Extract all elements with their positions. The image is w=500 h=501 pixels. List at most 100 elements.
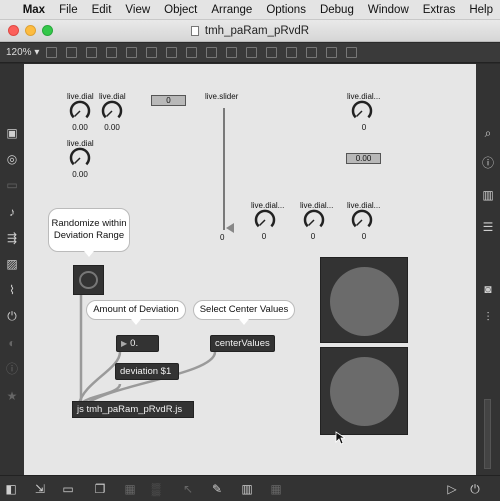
deviation-flonum[interactable]: ▶ 0.: [116, 335, 159, 352]
run-arrow-icon[interactable]: ⇲: [33, 482, 47, 496]
level-meter: [484, 399, 491, 469]
object-box-icon[interactable]: [86, 47, 97, 58]
pad-knob[interactable]: [330, 357, 399, 426]
bottom-toolbar: ◧ ⇲ ▭ ❐ ▦ ▒ ↖ ✎ ▥ ▦ ▷ ⏻: [0, 475, 500, 501]
slider-thumb[interactable]: [226, 223, 234, 233]
dial-knob[interactable]: [303, 209, 325, 228]
randomize-button[interactable]: [73, 265, 104, 295]
dial-value: 0.00: [72, 123, 88, 132]
patcher-toolbar: 120% ▾: [0, 43, 500, 63]
dial-needle: [356, 110, 363, 117]
play-icon[interactable]: ▷: [445, 482, 459, 496]
zoom-button[interactable]: [42, 25, 53, 36]
message-box-icon[interactable]: [106, 47, 117, 58]
slider-label: live.slider: [205, 92, 239, 101]
float-number-box[interactable]: 0.00: [346, 153, 381, 164]
menu-edit[interactable]: Edit: [85, 4, 119, 16]
dial-label: live.dial: [67, 139, 94, 148]
dotted-grid-icon[interactable]: ▒: [149, 482, 163, 496]
info-circle-icon[interactable]: ⓘ: [5, 362, 19, 376]
dial-label: live.dial...: [347, 201, 381, 210]
menu-help[interactable]: Help: [462, 4, 500, 16]
right-sidebar: ⌕ ⓘ ▥ ☰ ◙ ⫶: [476, 64, 500, 475]
grid-icon[interactable]: ▦: [269, 482, 283, 496]
mouse-cursor-icon: [335, 431, 345, 445]
dial-knob[interactable]: [351, 209, 373, 228]
close-button[interactable]: [8, 25, 19, 36]
list-icon[interactable]: ☰: [481, 220, 495, 234]
sidebar-toggle-icon[interactable]: ◧: [4, 482, 18, 496]
select-center-comment: Select Center Values: [193, 300, 295, 325]
menu-options[interactable]: Options: [259, 4, 313, 16]
minimize-button[interactable]: [25, 25, 36, 36]
grid-icon[interactable]: [306, 47, 317, 58]
zoom-level[interactable]: 120% ▾: [6, 47, 46, 58]
menu-view[interactable]: View: [118, 4, 157, 16]
dial-label: live.dial...: [347, 92, 381, 101]
music-note-icon[interactable]: ♪: [5, 205, 19, 219]
split-icon[interactable]: ⇶: [5, 231, 19, 245]
search-icon[interactable]: ⌕: [481, 126, 495, 140]
xy-pad-top[interactable]: [320, 257, 408, 343]
pad-knob[interactable]: [330, 267, 399, 336]
dial-knob[interactable]: [69, 147, 91, 166]
presentation-screen-icon[interactable]: ▭: [61, 482, 75, 496]
wrench-icon[interactable]: ✎: [210, 482, 224, 496]
audio-icon[interactable]: [326, 47, 337, 58]
paperclip-icon[interactable]: ⌇: [5, 283, 19, 297]
star-icon[interactable]: ★: [5, 389, 19, 403]
menu-object[interactable]: Object: [157, 4, 204, 16]
menu-icon[interactable]: [346, 47, 357, 58]
power-icon[interactable]: ⏻: [468, 482, 482, 496]
dial-knob[interactable]: [254, 209, 276, 228]
zoom-value: 120%: [6, 47, 32, 58]
deviation-message[interactable]: deviation $1: [115, 363, 179, 380]
target-icon[interactable]: ◎: [5, 152, 19, 166]
xy-pad-bottom[interactable]: [320, 347, 408, 435]
dial-needle: [259, 219, 266, 226]
pointer-icon[interactable]: ↖: [181, 482, 195, 496]
center-values-message[interactable]: centerValues: [210, 335, 275, 352]
camera-icon[interactable]: ◙: [481, 282, 495, 296]
piano-keys-icon[interactable]: ▥: [240, 482, 254, 496]
dial-knob[interactable]: [101, 100, 123, 119]
clipping-icon[interactable]: ◐: [5, 336, 19, 350]
window-stack-icon[interactable]: ❐: [93, 482, 107, 496]
dial-value: 0: [310, 232, 316, 241]
menu-extras[interactable]: Extras: [416, 4, 463, 16]
lock-icon[interactable]: [46, 47, 57, 58]
image-icon[interactable]: ▨: [5, 257, 19, 271]
menu-debug[interactable]: Debug: [313, 4, 361, 16]
book-icon[interactable]: ▥: [481, 188, 495, 202]
slider-icon[interactable]: [226, 47, 237, 58]
mixer-icon[interactable]: ⫶: [481, 310, 495, 324]
dial-knob[interactable]: [351, 100, 373, 119]
plug-icon[interactable]: ⏻: [5, 309, 19, 323]
js-object[interactable]: js tmh_paRam_pRvdR.js: [72, 401, 194, 418]
panel-icon[interactable]: [286, 47, 297, 58]
flonum-icon[interactable]: [186, 47, 197, 58]
dial-needle: [74, 157, 81, 164]
dial-knob[interactable]: [69, 100, 91, 119]
dial-value: 0: [261, 232, 267, 241]
comment-icon[interactable]: [206, 47, 217, 58]
button-icon[interactable]: [146, 47, 157, 58]
layers-icon[interactable]: ▭: [5, 178, 19, 192]
number-icon[interactable]: [166, 47, 177, 58]
menu-window[interactable]: Window: [361, 4, 416, 16]
presentation-icon[interactable]: [66, 47, 77, 58]
menu-file[interactable]: File: [52, 4, 85, 16]
number-box[interactable]: 0: [151, 95, 186, 106]
menu-arrange[interactable]: Arrange: [204, 4, 259, 16]
grid-snap-icon[interactable]: ▦: [123, 482, 137, 496]
cube-icon[interactable]: ▣: [5, 126, 19, 140]
dial-icon[interactable]: [246, 47, 257, 58]
gain-icon[interactable]: [266, 47, 277, 58]
amount-comment: Amount of Deviation: [86, 300, 186, 325]
toggle-icon[interactable]: [126, 47, 137, 58]
info-icon[interactable]: ⓘ: [481, 156, 495, 170]
patcher-canvas[interactable]: live.dial 0.00 live.dial 0.00 live.dial …: [24, 64, 476, 475]
menu-app[interactable]: Max: [16, 4, 52, 16]
dial-value: 0.00: [104, 123, 120, 132]
dial-value: 0.00: [72, 170, 88, 179]
